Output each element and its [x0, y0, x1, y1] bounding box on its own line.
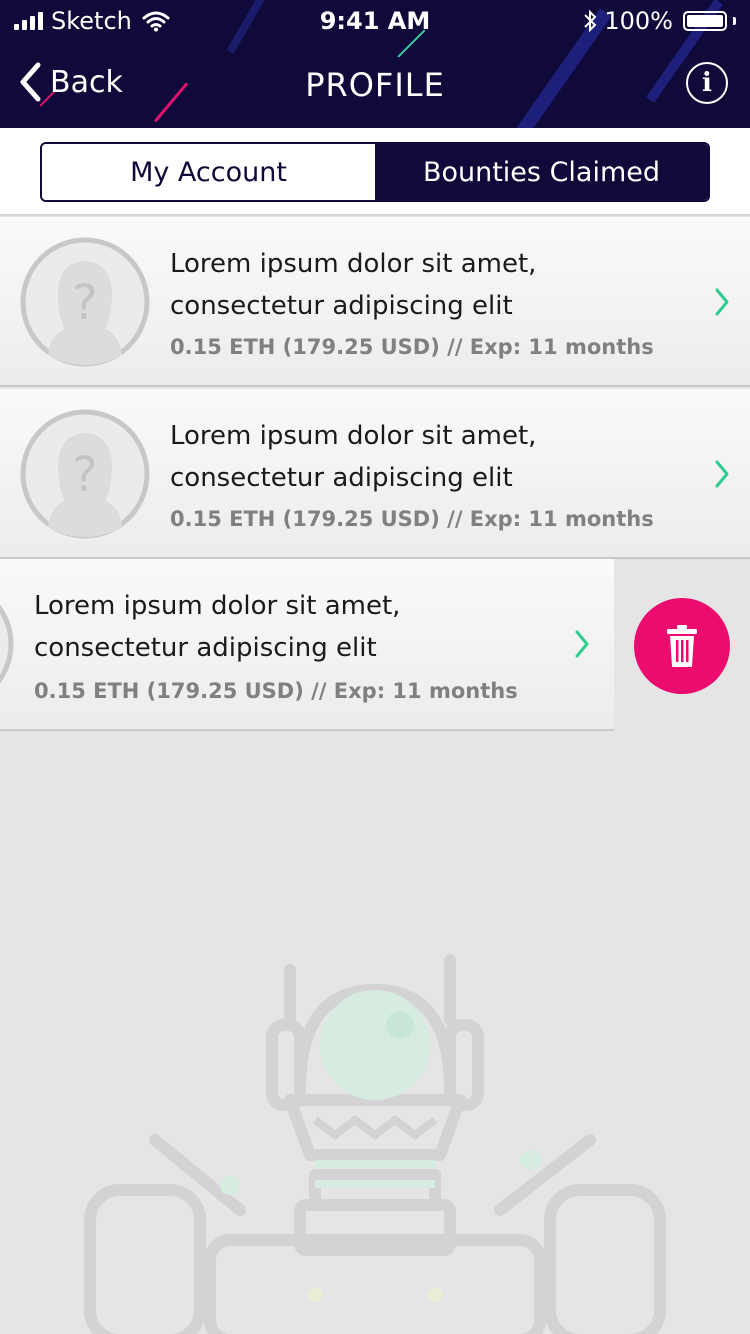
bounty-meta: 0.15 ETH (179.25 USD) // Exp: 11 months — [34, 679, 518, 703]
info-button[interactable]: i — [686, 62, 728, 104]
page-title: PROFILE — [305, 66, 445, 104]
chevron-right-icon — [715, 288, 729, 316]
svg-text:?: ? — [72, 275, 97, 331]
trash-icon — [667, 625, 697, 667]
bounty-title: Lorem ipsum dolor sit amet, consectetur … — [170, 421, 537, 493]
bounty-title: Lorem ipsum dolor sit amet, consectetur … — [34, 591, 401, 663]
robot-mascot-illustration — [84, 954, 666, 1334]
info-icon: i — [702, 68, 712, 98]
bounty-meta: 0.15 ETH (179.25 USD) // Exp: 11 months — [170, 335, 654, 359]
app-header: Sketch 9:41 AM 100% Back PROFILE i — [0, 0, 750, 128]
unknown-person-icon: ? — [20, 409, 150, 539]
delete-button[interactable] — [634, 598, 730, 694]
chevron-right-icon — [715, 460, 729, 488]
tab-my-account[interactable]: My Account — [42, 144, 375, 200]
battery-percent: 100% — [604, 7, 673, 35]
chevron-right-icon — [575, 630, 589, 658]
svg-text:?: ? — [72, 447, 97, 503]
tab-bounties-claimed[interactable]: Bounties Claimed — [375, 144, 708, 200]
bounty-meta: 0.15 ETH (179.25 USD) // Exp: 11 months — [170, 507, 654, 531]
tab-bar: My Account Bounties Claimed — [0, 128, 750, 216]
bounty-title: Lorem ipsum dolor sit amet, consectetur … — [170, 249, 537, 321]
segmented-control: My Account Bounties Claimed — [40, 142, 710, 202]
bounty-row-swiped[interactable]: Lorem ipsum dolor sit amet, consectetur … — [0, 559, 614, 731]
bounty-row[interactable]: ? Lorem ipsum dolor sit amet, consectetu… — [0, 217, 750, 387]
unknown-person-icon: ? — [20, 237, 150, 367]
battery-icon — [683, 11, 727, 31]
unknown-person-icon — [0, 604, 14, 684]
status-bar: Sketch 9:41 AM 100% — [0, 0, 750, 40]
bounty-row[interactable]: ? Lorem ipsum dolor sit amet, consectetu… — [0, 389, 750, 559]
bluetooth-icon — [584, 9, 597, 33]
